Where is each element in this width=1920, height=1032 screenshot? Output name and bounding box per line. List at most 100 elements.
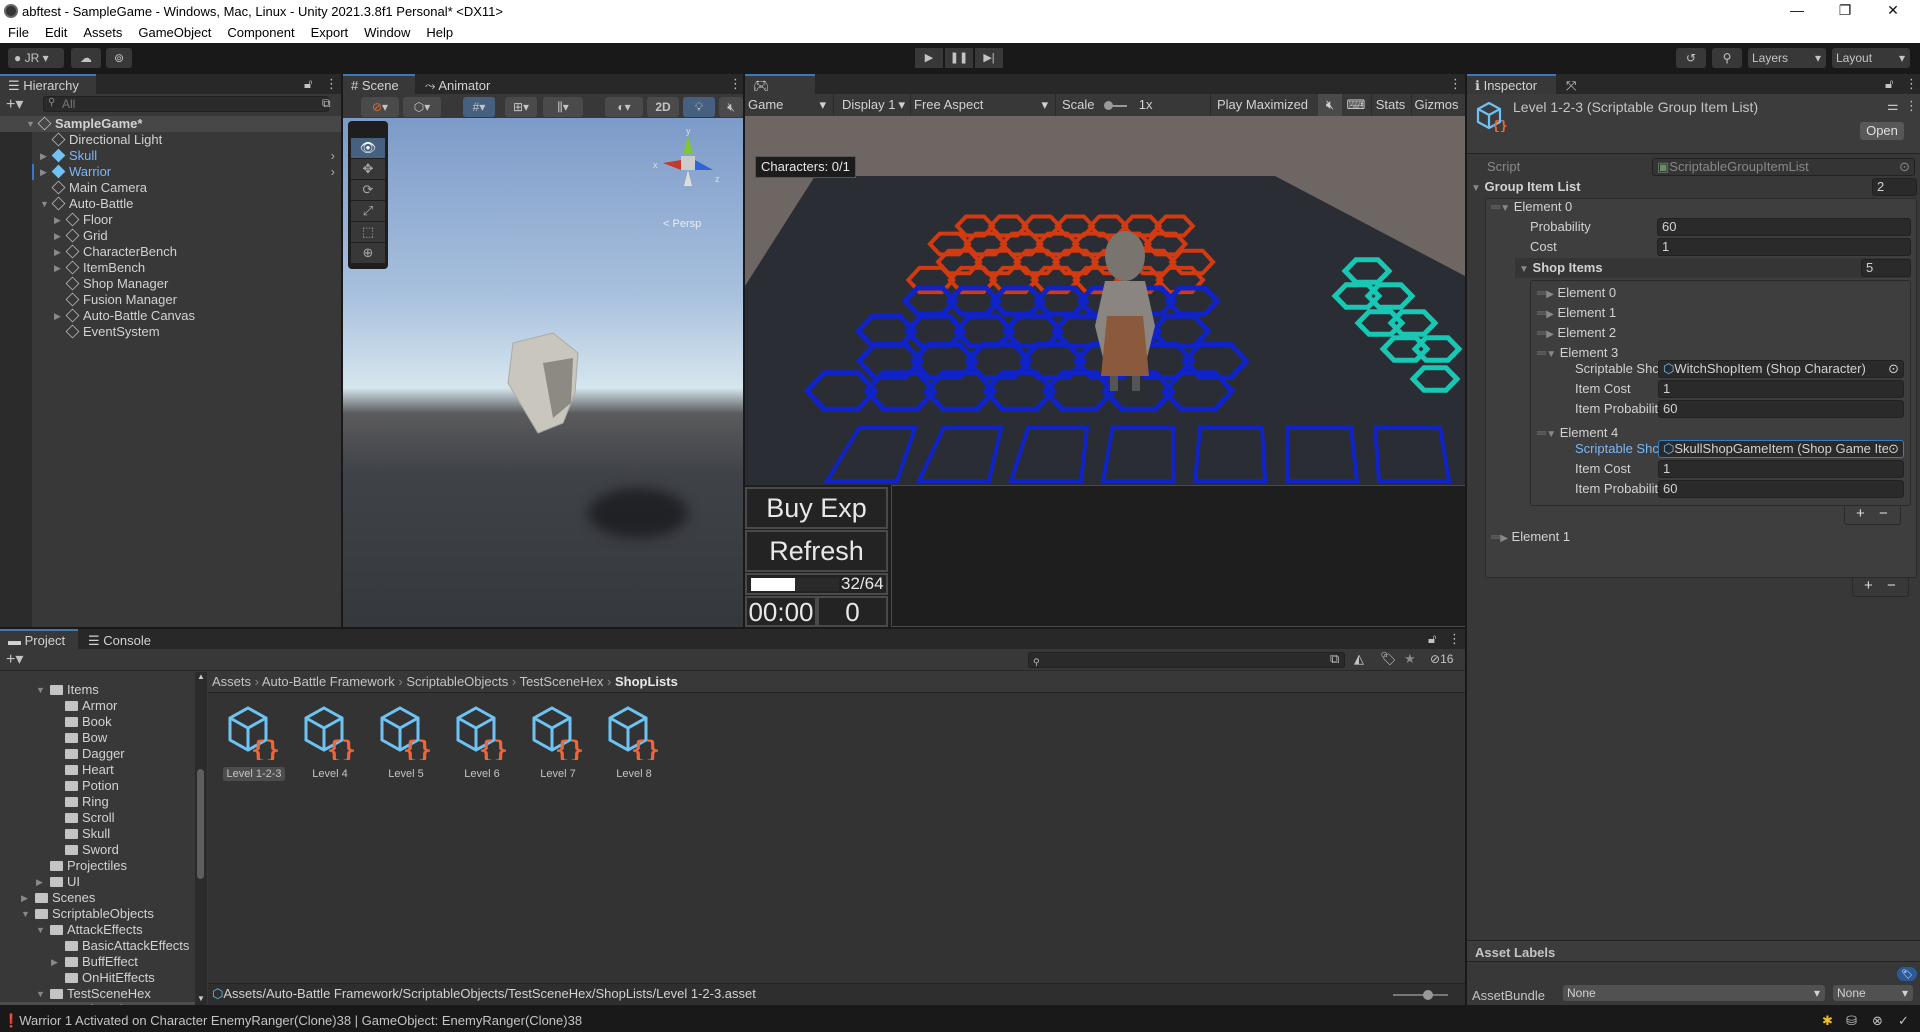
foldout-open-icon[interactable]: ▼ [36, 922, 45, 938]
hierarchy-item[interactable]: ▶ CharacterBench [0, 244, 341, 260]
foldout-closed-icon[interactable]: ▶ [54, 228, 61, 244]
more-icon[interactable]: ⋮ [325, 76, 338, 92]
project-folder-item[interactable]: ▼ ScriptableObjects [0, 906, 195, 922]
asset-item[interactable]: {} Level 7 [523, 704, 593, 781]
drag-handle-icon[interactable]: ═ [1537, 345, 1546, 360]
layout-dropdown[interactable]: Layout ▾ [1832, 48, 1910, 68]
more-icon[interactable]: ⋮ [729, 76, 742, 92]
open-button[interactable]: Open [1860, 122, 1904, 140]
project-folder-item[interactable]: ShopLists [0, 1002, 195, 1005]
menu-assets[interactable]: Assets [75, 22, 130, 40]
check-icon[interactable]: ✓ [1898, 1010, 1909, 1032]
drag-handle-icon[interactable]: ═ [1537, 305, 1546, 320]
hierarchy-item[interactable]: ▶ ItemBench [0, 260, 341, 276]
foldout-closed-icon[interactable]: ▶ [36, 874, 43, 890]
filter-type-icon[interactable]: ◭ [1354, 651, 1364, 667]
scene-viewport[interactable]: 👁︎ ✥ ⟳ ⤢ ⬚ ⊕ y x z < Persp [343, 118, 743, 627]
el4-shop-item-field[interactable]: ⬡SkullShopGameItem (Shop Game Item ⊙ [1658, 440, 1904, 458]
foldout-open-icon[interactable]: ▼ [36, 986, 45, 1002]
foldout-closed-icon[interactable]: ▶ [54, 308, 61, 324]
display-dropdown[interactable]: Display 1 ▾ [833, 94, 907, 116]
project-folder-item[interactable]: Projectiles [0, 858, 195, 874]
probability-field[interactable]: 60 [1657, 218, 1911, 236]
breadcrumb-item[interactable]: ScriptableObjects [406, 674, 508, 689]
grid-snap-button[interactable]: #▾ [463, 97, 495, 117]
shortcuts-button[interactable]: ⌨ [1344, 94, 1368, 116]
menu-gameobject[interactable]: GameObject [130, 22, 219, 40]
project-folder-item[interactable]: Bow [0, 730, 195, 746]
step-button[interactable]: ▶| [975, 48, 1003, 68]
foldout-closed-icon[interactable]: ▶ [40, 148, 47, 164]
breadcrumb-item[interactable]: TestSceneHex [520, 674, 604, 689]
create-button[interactable]: +▾ [6, 649, 23, 669]
add-button[interactable]: +▾ [6, 94, 23, 114]
foldout-closed-icon[interactable]: ▶ [51, 954, 58, 970]
minimize-button[interactable]: — [1774, 0, 1820, 22]
menu-edit[interactable]: Edit [37, 22, 75, 40]
add-shop-item-button[interactable]: + [1856, 505, 1865, 522]
game-viewport[interactable]: Characters: 0/1 Buy Exp Refresh 32/64 00… [745, 116, 1465, 627]
foldout-open-icon[interactable]: ▼ [21, 906, 30, 922]
rotate-tool[interactable]: ⟳ [351, 180, 385, 200]
cache-icon[interactable]: ⛁ [1846, 1010, 1857, 1032]
more-icon[interactable]: ⋮ [1448, 631, 1461, 647]
filter-label-icon[interactable]: 🏷︎ [1380, 651, 1397, 667]
asset-item[interactable]: {} Level 4 [295, 704, 365, 781]
shop-element-foldout[interactable]: ═▶ Element 1 [1537, 304, 1616, 322]
drag-handle-icon[interactable]: ═ [1491, 199, 1500, 214]
menu-help[interactable]: Help [418, 22, 461, 40]
menu-window[interactable]: Window [356, 22, 418, 40]
hierarchy-item[interactable]: ▼ Auto-Battle [0, 196, 341, 212]
tree-scrollbar[interactable]: ▲ ▼ [195, 672, 207, 1005]
group-item-list-foldout[interactable]: ▼ Group Item List [1471, 178, 1581, 196]
play-button[interactable]: ▶ [915, 48, 943, 68]
history-button[interactable]: ↺ [1676, 48, 1706, 68]
asset-item[interactable]: {} Level 6 [447, 704, 517, 781]
refresh-button[interactable]: Refresh [745, 530, 888, 572]
asset-item[interactable]: {} Level 5 [371, 704, 441, 781]
scale-slider[interactable]: Scale 1x [1055, 94, 1175, 116]
shop-element-foldout[interactable]: ═▼ Element 3 [1537, 344, 1618, 362]
persp-label[interactable]: < Persp [663, 218, 701, 230]
el4-prob-field[interactable]: 60 [1658, 480, 1904, 498]
icon-size-slider[interactable] [1393, 990, 1448, 1000]
search-by-type-icon[interactable]: ⧉ [1330, 651, 1339, 667]
hierarchy-item[interactable]: ▼ SampleGame* [0, 116, 341, 132]
hierarchy-item[interactable]: ▶ Warrior › [0, 164, 341, 180]
asset-item[interactable]: {} Level 8 [599, 704, 669, 781]
lock-icon[interactable]: 🔓︎ [1428, 631, 1436, 647]
shop-element-foldout[interactable]: ═▶ Element 0 [1537, 284, 1616, 302]
gizmo-x-axis[interactable] [663, 160, 681, 170]
game-mode-dropdown[interactable]: Game ▾ [748, 94, 830, 116]
shop-element-foldout[interactable]: ═▶ Element 2 [1537, 324, 1616, 342]
favorite-icon[interactable]: ★ [1404, 651, 1416, 667]
hidden-packages-toggle[interactable]: ⊘16 [1430, 652, 1453, 666]
shop-element-foldout[interactable]: ═▼ Element 4 [1537, 424, 1618, 442]
hierarchy-item[interactable]: ▶ Grid [0, 228, 341, 244]
gizmo-z-axis[interactable] [695, 160, 713, 170]
menu-export[interactable]: Export [303, 22, 357, 40]
more-icon[interactable]: ⋮ [1905, 98, 1918, 114]
el3-shop-item-field[interactable]: ⬡WitchShopItem (Shop Character) ⊙ [1658, 360, 1904, 378]
scroll-up-icon[interactable]: ▲ [197, 672, 205, 681]
account-button[interactable]: ● JR ▾ [8, 48, 64, 68]
tab-hierarchy[interactable]: ☰ Hierarchy [0, 74, 96, 94]
increment-snap-dropdown[interactable]: ⫼▾ [543, 97, 583, 117]
hierarchy-item[interactable]: Fusion Manager [0, 292, 341, 308]
hierarchy-item[interactable]: ▶ Auto-Battle Canvas [0, 308, 341, 324]
gizmo-center[interactable] [681, 156, 695, 170]
project-folder-item[interactable]: Heart [0, 762, 195, 778]
layers-dropdown[interactable]: Layers ▾ [1748, 48, 1826, 68]
breadcrumb-item[interactable]: Auto-Battle Framework [262, 674, 395, 689]
assetbundle-variant-dropdown[interactable]: None ▾ [1833, 985, 1913, 1001]
breadcrumb-item[interactable]: Assets [212, 674, 251, 689]
mute-audio-button[interactable]: 🔇︎ [1318, 94, 1342, 116]
icon-size-slider-handle[interactable] [1423, 990, 1433, 1000]
add-group-button[interactable]: + [1864, 577, 1873, 594]
status-message[interactable]: Warrior 1 Activated on Character EnemyRa… [19, 1013, 582, 1028]
remove-shop-item-button[interactable]: − [1879, 505, 1888, 522]
menu-component[interactable]: Component [219, 22, 302, 40]
aspect-dropdown[interactable]: Free Aspect ▾ [910, 94, 1052, 116]
element0-foldout[interactable]: ═▼ Element 0 [1491, 198, 1572, 216]
drag-handle-icon[interactable]: ═ [1537, 325, 1546, 340]
